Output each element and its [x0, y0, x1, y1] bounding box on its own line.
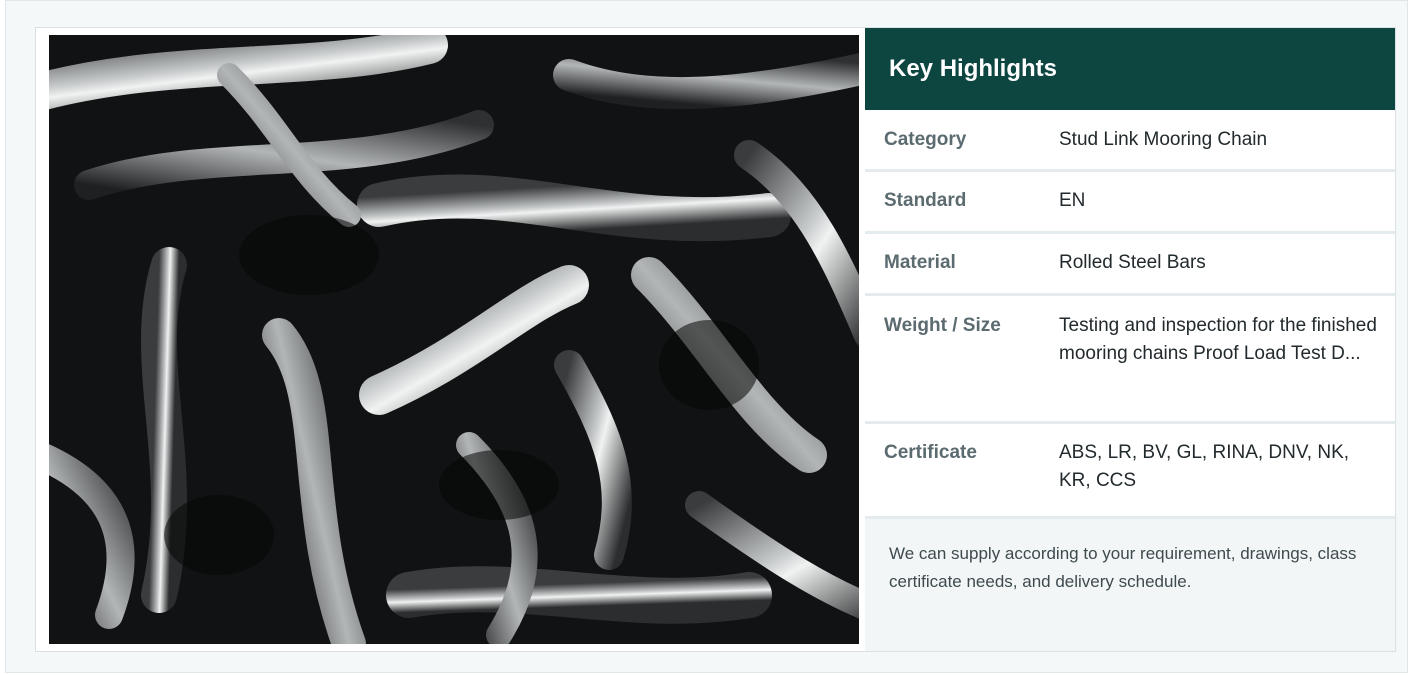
spec-value: Rolled Steel Bars — [1059, 252, 1206, 273]
spec-label: Weight / Size — [884, 315, 1001, 336]
spec-label: Standard — [884, 190, 967, 211]
page-background: Key Highlights Category Stud Link Moorin… — [5, 0, 1408, 673]
key-highlights-panel: Key Highlights Category Stud Link Moorin… — [865, 28, 1395, 651]
product-photo-chain — [49, 35, 859, 644]
spec-row-category: Category Stud Link Mooring Chain — [865, 110, 1395, 172]
spec-label: Certificate — [884, 442, 977, 463]
spec-row-weight-size: Weight / Size Testing and inspection for… — [865, 296, 1395, 424]
spec-row-certificate: Certificate ABS, LR, BV, GL, RINA, DNV, … — [865, 424, 1395, 519]
product-highlight-card: Key Highlights Category Stud Link Moorin… — [35, 27, 1396, 652]
spec-label: Category — [884, 129, 967, 150]
spec-value: EN — [1059, 190, 1086, 211]
supply-note: We can supply according to your requirem… — [865, 519, 1395, 651]
spec-value: Stud Link Mooring Chain — [1059, 129, 1268, 150]
spec-label: Material — [884, 252, 956, 273]
panel-title: Key Highlights — [865, 28, 1395, 110]
spec-value: ABS, LR, BV, GL, RINA, DNV, NK, KR, CCS — [1059, 442, 1350, 491]
spec-value: Testing and inspection for the finished … — [1059, 315, 1377, 364]
spec-row-material: Material Rolled Steel Bars — [865, 234, 1395, 296]
spec-row-standard: Standard EN — [865, 172, 1395, 234]
